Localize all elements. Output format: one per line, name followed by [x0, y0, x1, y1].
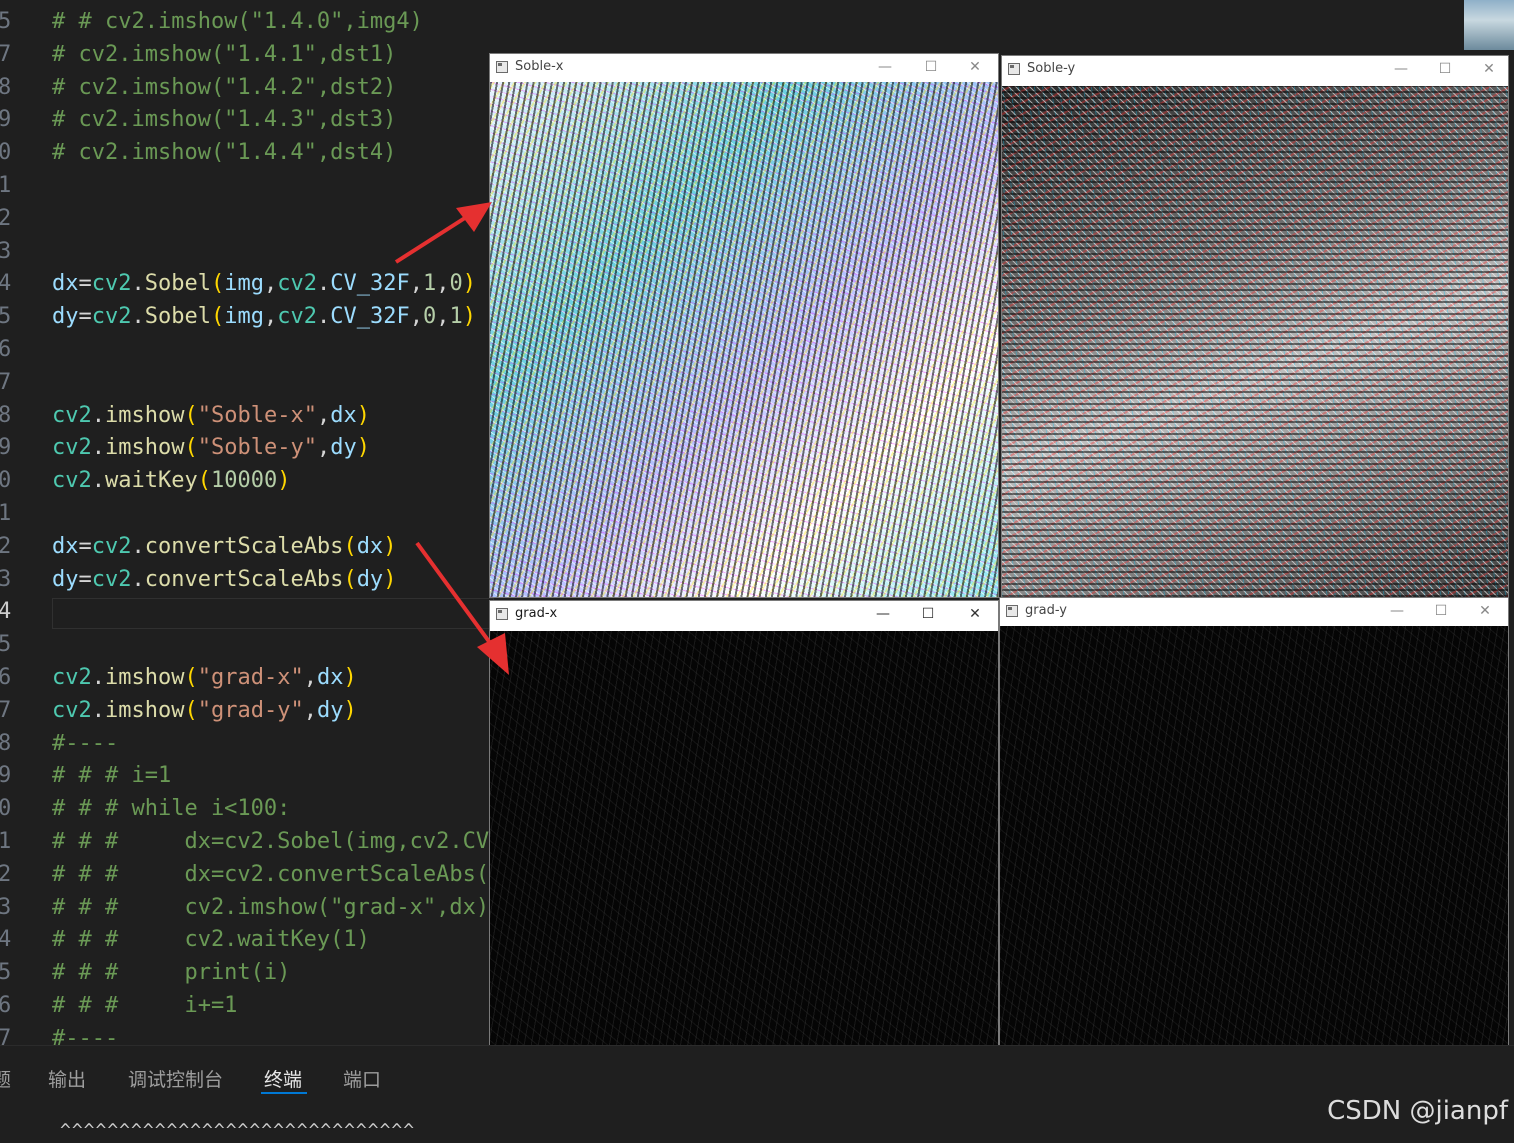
- window-titlebar[interactable]: Soble-y — ☐ ✕: [1002, 56, 1508, 84]
- line-number: 8: [0, 730, 12, 756]
- code-line[interactable]: # cv2.imshow("1.4.3",dst3): [52, 103, 396, 136]
- window-titlebar[interactable]: grad-x — ☐ ✕: [490, 601, 998, 631]
- close-button[interactable]: ✕: [1474, 58, 1504, 80]
- line-number: 0: [0, 468, 12, 494]
- line-number: 3: [0, 894, 12, 920]
- line-number: 3: [0, 566, 12, 592]
- line-number: 2: [0, 533, 12, 559]
- line-number: 1: [0, 173, 12, 198]
- line-number: 8: [0, 402, 12, 428]
- line-number: 2: [0, 861, 12, 887]
- line-number: 0: [0, 140, 12, 166]
- sobel-x-image: [490, 82, 998, 597]
- code-line[interactable]: # # # dx=cv2.convertScaleAbs(: [52, 858, 489, 891]
- panel-tab[interactable]: 终端: [264, 1065, 302, 1092]
- panel-tab[interactable]: 端口: [343, 1065, 381, 1092]
- line-number: 7: [0, 41, 12, 67]
- terminal-output: ^^^^^^^^^^^^^^^^^^^^^^^^^^^^^^: [60, 1120, 416, 1141]
- code-line[interactable]: # # # i=1: [52, 759, 171, 792]
- line-number: 1: [0, 829, 12, 854]
- code-line[interactable]: # # # while i<100:: [52, 792, 290, 825]
- line-number: 5: [0, 960, 12, 986]
- minimize-button[interactable]: —: [868, 603, 898, 625]
- maximize-button[interactable]: ☐: [916, 56, 946, 78]
- line-number: 0: [0, 796, 12, 822]
- line-number: 3: [0, 238, 12, 264]
- line-number: 5: [0, 304, 12, 330]
- line-number: 1: [0, 501, 12, 526]
- window-title: Soble-y: [1027, 61, 1076, 76]
- line-number: 8: [0, 74, 12, 100]
- code-line[interactable]: # cv2.imshow("1.4.2",dst2): [52, 71, 396, 104]
- window-app-icon: [496, 61, 508, 73]
- window-title: grad-x: [515, 606, 558, 621]
- code-line[interactable]: # # # dx=cv2.Sobel(img,cv2.CV: [52, 825, 489, 858]
- line-number: 9: [0, 763, 12, 789]
- code-line[interactable]: # # # cv2.imshow("grad-x",dx): [52, 891, 489, 924]
- minimize-button[interactable]: —: [870, 56, 900, 78]
- watermark: CSDN @jianpf: [1327, 1096, 1508, 1126]
- arrow-annotation-bottom: [415, 541, 509, 675]
- code-line[interactable]: cv2.waitKey(10000): [52, 464, 290, 497]
- code-line[interactable]: # cv2.imshow("1.4.4",dst4): [52, 136, 396, 169]
- window-app-icon: [1006, 605, 1018, 617]
- close-button[interactable]: ✕: [960, 603, 990, 625]
- code-line[interactable]: #----: [52, 727, 118, 760]
- code-line[interactable]: # # # cv2.waitKey(1): [52, 923, 370, 956]
- minimize-button[interactable]: —: [1386, 58, 1416, 80]
- code-line[interactable]: cv2.imshow("Soble-y",dy): [52, 431, 370, 464]
- window-soble-x[interactable]: Soble-x — ☐ ✕: [489, 53, 999, 598]
- window-titlebar[interactable]: grad-y — ☐ ✕: [1000, 598, 1508, 626]
- panel-tab[interactable]: 调试控制台: [128, 1065, 223, 1092]
- line-number: 6: [0, 337, 12, 362]
- code-line[interactable]: dx=cv2.convertScaleAbs(dx): [52, 530, 396, 563]
- line-number: 7: [0, 697, 12, 723]
- code-line[interactable]: cv2.imshow("Soble-x",dx): [52, 399, 370, 432]
- line-number: 5: [0, 9, 12, 34]
- window-title: grad-y: [1025, 603, 1067, 618]
- code-line[interactable]: # # cv2.imshow("1.4.0",img4): [52, 5, 423, 38]
- maximize-button[interactable]: ☐: [1430, 58, 1460, 80]
- maximize-button[interactable]: ☐: [913, 603, 943, 625]
- code-line[interactable]: # # # print(i): [52, 956, 290, 989]
- close-button[interactable]: ✕: [1470, 600, 1500, 622]
- line-number: 4: [0, 271, 12, 297]
- window-title: Soble-x: [515, 59, 564, 74]
- code-line[interactable]: dy=cv2.Sobel(img,cv2.CV_32F,0,1): [52, 300, 476, 333]
- panel-tab[interactable]: 题: [0, 1065, 11, 1092]
- arrow-annotation-top: [394, 202, 492, 264]
- window-app-icon: [1008, 63, 1020, 75]
- line-number: 9: [0, 435, 12, 461]
- code-line[interactable]: # # # i+=1: [52, 989, 237, 1022]
- line-number: 5: [0, 632, 12, 658]
- code-line[interactable]: # cv2.imshow("1.4.1",dst1): [52, 38, 396, 71]
- line-number: 2: [0, 205, 12, 231]
- line-number: 4: [0, 599, 12, 625]
- line-number: 6: [0, 993, 12, 1018]
- line-number: 6: [0, 665, 12, 690]
- minimize-button[interactable]: —: [1382, 600, 1412, 622]
- line-number: 9: [0, 107, 12, 133]
- window-soble-y[interactable]: Soble-y — ☐ ✕: [1001, 55, 1509, 598]
- line-number: 4: [0, 927, 12, 953]
- code-line[interactable]: dy=cv2.convertScaleAbs(dy): [52, 563, 396, 596]
- close-button[interactable]: ✕: [960, 56, 990, 78]
- code-line[interactable]: cv2.imshow("grad-y",dy): [52, 694, 357, 727]
- maximize-button[interactable]: ☐: [1426, 600, 1456, 622]
- line-number: 7: [0, 369, 12, 395]
- active-tab-indicator: [261, 1092, 307, 1094]
- window-titlebar[interactable]: Soble-x — ☐ ✕: [490, 54, 998, 82]
- code-line[interactable]: cv2.imshow("grad-x",dx): [52, 661, 357, 694]
- sobel-y-image: [1002, 86, 1508, 597]
- desktop-background: [1464, 0, 1514, 50]
- panel-tab[interactable]: 输出: [48, 1065, 86, 1092]
